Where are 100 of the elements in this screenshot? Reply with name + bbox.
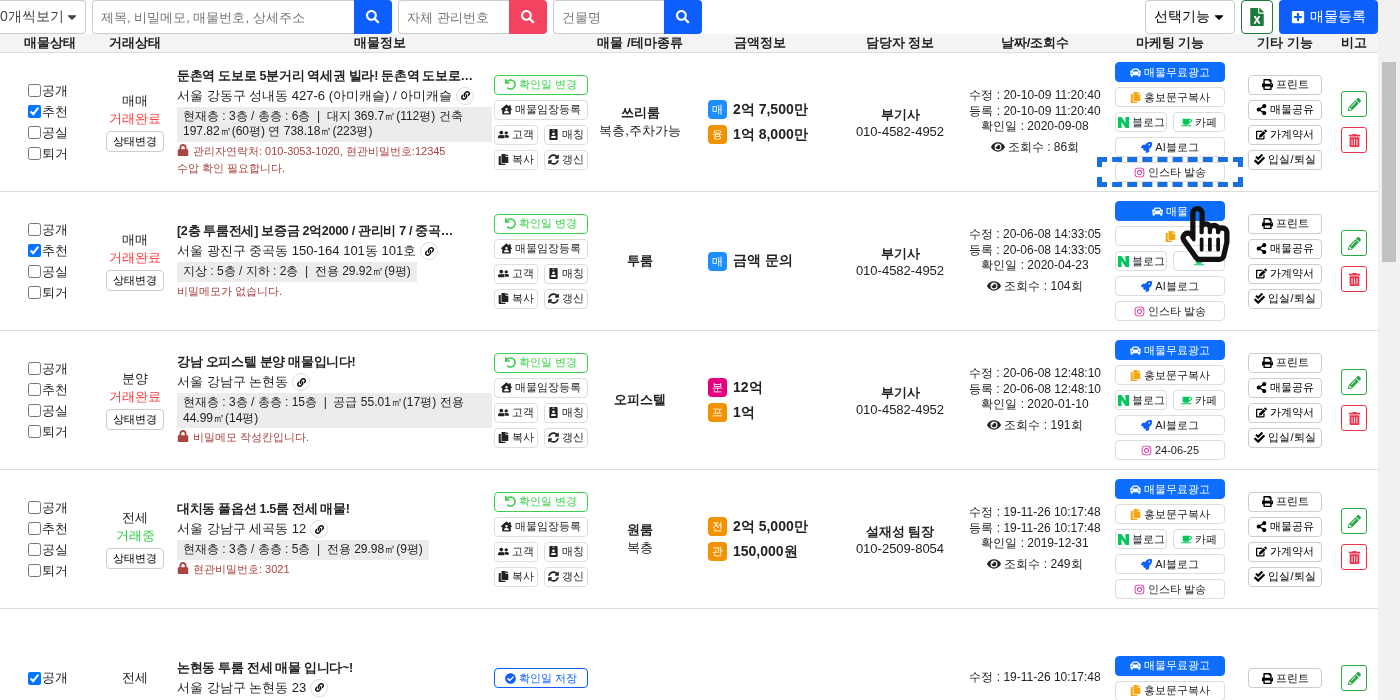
edit-button[interactable] (1341, 230, 1367, 256)
checkbox[interactable] (28, 105, 41, 118)
marketing-button[interactable]: 인스타 발송 (1115, 162, 1225, 182)
marketing-button[interactable]: AI블로그 (1115, 554, 1225, 574)
register-button[interactable]: 매물등록 (1279, 0, 1378, 34)
marketing-button[interactable]: 홍보문구복사 (1115, 365, 1225, 385)
marketing-button[interactable]: 홍보문구복사 (1115, 504, 1225, 524)
excel-button[interactable] (1241, 0, 1273, 34)
status-change-button[interactable]: 상태변경 (106, 131, 164, 152)
tool-button[interactable]: 매물임장등록 (494, 516, 588, 537)
tool-button[interactable]: 매물임장등록 (494, 99, 588, 120)
marketing-button[interactable]: 홍보문구복사 (1115, 87, 1225, 107)
marketing-button[interactable]: 매물무료광고 (1115, 479, 1225, 499)
marketing-button[interactable]: 블로그 (1115, 390, 1167, 410)
tool-button[interactable]: 갱신 (544, 149, 588, 170)
checkbox[interactable] (28, 84, 41, 97)
utility-button[interactable]: 프린트 (1248, 74, 1322, 95)
edit-button[interactable] (1341, 369, 1367, 395)
utility-button[interactable]: 가계약서 (1248, 124, 1322, 145)
delete-button[interactable] (1341, 266, 1367, 292)
edit-button[interactable] (1341, 91, 1367, 117)
marketing-button[interactable]: 카페 (1173, 112, 1225, 132)
delete-button[interactable] (1341, 544, 1367, 570)
checkbox[interactable] (28, 126, 41, 139)
tool-button[interactable]: 매칭 (544, 541, 588, 562)
tool-button[interactable]: 고객 (494, 263, 538, 284)
search-button[interactable] (509, 0, 547, 34)
checkbox[interactable] (28, 564, 41, 577)
checkbox[interactable] (28, 265, 41, 278)
checkbox[interactable] (28, 244, 41, 257)
tool-button[interactable]: 고객 (494, 541, 538, 562)
utility-button[interactable]: 매물공유 (1248, 377, 1322, 398)
delete-button[interactable] (1341, 127, 1367, 153)
marketing-button[interactable]: 매물 (1115, 201, 1225, 221)
checkbox[interactable] (28, 671, 41, 685)
utility-button[interactable]: 가계약서 (1248, 402, 1322, 423)
marketing-button[interactable]: 블로그 (1115, 112, 1167, 132)
utility-button[interactable]: 매물공유 (1248, 238, 1322, 259)
tool-button[interactable]: 매칭 (544, 124, 588, 145)
link-button[interactable] (292, 373, 311, 392)
marketing-button[interactable]: 카페 (1173, 390, 1225, 410)
utility-button[interactable]: 프린트 (1248, 668, 1322, 688)
tool-button[interactable]: 복사 (494, 288, 538, 309)
tool-button[interactable]: 복사 (494, 566, 538, 587)
edit-button[interactable] (1341, 508, 1367, 534)
search-field[interactable]: 자체 관리번호 (398, 0, 509, 34)
confirm-date-button[interactable]: 확인일 저장 (494, 668, 588, 688)
link-button[interactable] (456, 86, 475, 105)
utility-button[interactable]: 프린트 (1248, 491, 1322, 512)
delete-button[interactable] (1341, 405, 1367, 431)
marketing-button[interactable]: 카페 (1173, 529, 1225, 549)
tool-button[interactable]: 복사 (494, 427, 538, 448)
utility-button[interactable]: 가계약서 (1248, 263, 1322, 284)
tool-button[interactable]: 고객 (494, 124, 538, 145)
marketing-button[interactable]: 블로그 (1115, 251, 1167, 271)
link-button[interactable] (420, 242, 439, 260)
checkbox[interactable] (28, 501, 41, 514)
utility-button[interactable]: 입실/퇴실 (1248, 566, 1322, 587)
search-button[interactable] (354, 0, 392, 34)
checkbox[interactable] (28, 543, 41, 556)
tool-button[interactable]: 갱신 (544, 427, 588, 448)
checkbox[interactable] (28, 404, 41, 417)
checkbox[interactable] (28, 223, 41, 236)
marketing-button[interactable]: 매물무료광고 (1115, 340, 1225, 360)
checkbox[interactable] (28, 383, 41, 396)
checkbox[interactable] (28, 286, 41, 299)
checkbox[interactable] (28, 522, 41, 535)
marketing-button[interactable]: 홍보문구복사 (1115, 680, 1225, 700)
status-change-button[interactable]: 상태변경 (106, 270, 164, 291)
link-button[interactable] (310, 520, 329, 538)
search-field[interactable]: 건물명 (553, 0, 664, 34)
utility-button[interactable]: 입실/퇴실 (1248, 149, 1322, 170)
utility-button[interactable]: 프린트 (1248, 213, 1322, 234)
utility-button[interactable]: 입실/퇴실 (1248, 427, 1322, 448)
marketing-button[interactable]: AI블로그 (1115, 276, 1225, 296)
marketing-button[interactable]: AI블로그 (1115, 415, 1225, 435)
tool-button[interactable]: 갱신 (544, 288, 588, 309)
scrollbar-thumb[interactable] (1382, 62, 1396, 262)
marketing-button[interactable]: AI블로그 (1115, 137, 1225, 157)
marketing-button[interactable]: 인스타 발송 (1115, 579, 1225, 599)
checkbox[interactable] (28, 425, 41, 438)
utility-button[interactable]: 매물공유 (1248, 516, 1322, 537)
utility-button[interactable]: 매물공유 (1248, 99, 1322, 120)
scrollbar[interactable] (1378, 0, 1400, 700)
tool-button[interactable]: 매물임장등록 (494, 377, 588, 398)
tool-button[interactable]: 고객 (494, 402, 538, 423)
marketing-button[interactable]: 24-06-25 (1115, 440, 1225, 460)
marketing-button[interactable]: 인스타 발송 (1115, 301, 1225, 321)
link-button[interactable] (310, 678, 329, 697)
tool-button[interactable]: 매칭 (544, 402, 588, 423)
search-field[interactable]: 제목, 비밀메모, 매물번호, 상세주소 (92, 0, 354, 34)
marketing-button[interactable]: 블로그 (1115, 529, 1167, 549)
checkbox[interactable] (28, 147, 41, 160)
utility-button[interactable]: 가계약서 (1248, 541, 1322, 562)
utility-button[interactable]: 입실/퇴실 (1248, 288, 1322, 309)
edit-button[interactable] (1341, 665, 1367, 691)
tool-button[interactable]: 매칭 (544, 263, 588, 284)
tool-button[interactable]: 매물임장등록 (494, 238, 588, 259)
marketing-button[interactable]: 매물무료광고 (1115, 62, 1225, 82)
select-menu-button[interactable]: 선택기능 (1145, 0, 1235, 34)
